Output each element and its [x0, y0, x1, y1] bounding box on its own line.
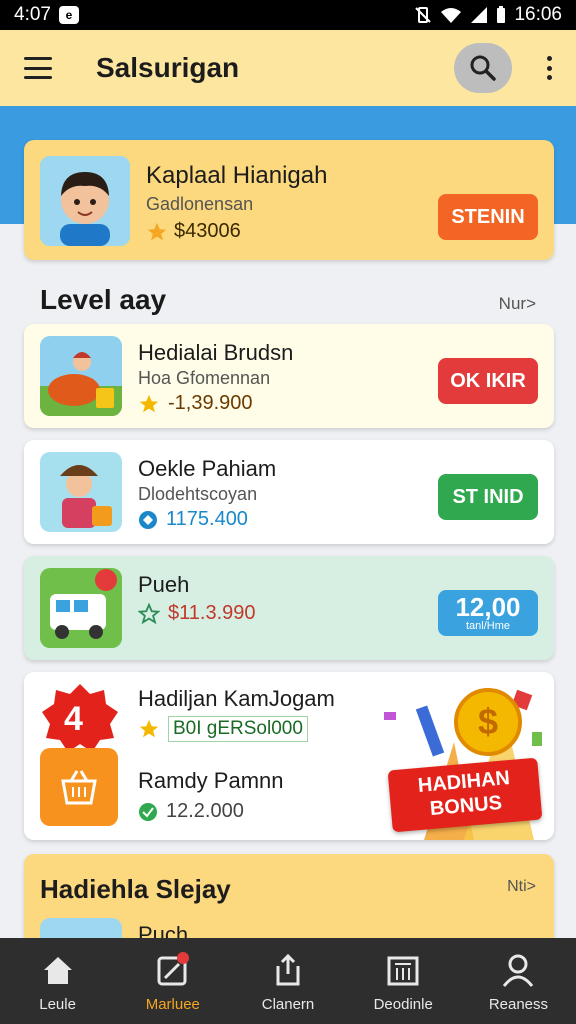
item-name: Hedialai Brudsn [138, 340, 294, 365]
item-subtitle: Hoa Gfomennan [138, 368, 271, 388]
nav-label: Reaness [488, 996, 549, 1013]
share-icon [276, 953, 300, 986]
app-bar: Salsurigan [0, 30, 576, 106]
svg-text:$: $ [478, 701, 498, 742]
profile-subtitle: Gadlonensan [146, 194, 254, 214]
tag-icon [157, 952, 189, 986]
bonus-title: Hadiljan KamJogam [138, 686, 335, 711]
nav-label: Leule [39, 996, 76, 1013]
wifi-icon [441, 8, 462, 23]
list-item[interactable]: Hedialai Brudsn Hoa Gfomennan -1,39.900 … [24, 324, 554, 428]
list-item[interactable]: Pueh $11.3.990 12,00 tanl/Hme [24, 556, 554, 660]
bonus-badge-number: 4 [64, 700, 83, 738]
nav-label: Marluee [145, 996, 200, 1013]
nav-label: Clanern [261, 996, 315, 1013]
notification-badge-icon: e [58, 6, 79, 24]
menu-icon[interactable] [24, 57, 52, 79]
document-icon [387, 956, 419, 986]
section-title-level: Level aay [40, 284, 167, 315]
section-title-bottom: Hadiehla Slejay [40, 874, 231, 904]
item-value: $11.3.990 [168, 602, 256, 624]
avatar [40, 156, 130, 246]
basket-icon [40, 748, 118, 826]
status-bar: 4:07 e 16:06 [0, 0, 576, 30]
nav-item-profile[interactable]: Reaness [461, 938, 576, 1024]
bonus-card[interactable]: 4 Hadiljan KamJogam B0I gERSol000 Ramdy … [24, 672, 554, 840]
item-thumbnail [40, 336, 122, 416]
nav-item-documents[interactable]: Deodinle [346, 938, 461, 1024]
bonus-label: HADIHAN BONUS [387, 757, 543, 833]
search-icon [470, 55, 496, 81]
vibrate-icon [415, 7, 432, 23]
nav-item-home[interactable]: Leule [0, 938, 115, 1024]
profile-icon [503, 954, 534, 987]
more-options-icon[interactable] [546, 56, 552, 80]
item-name: Oekle Pahiam [138, 456, 277, 481]
section-more-level[interactable]: Nur> [499, 294, 536, 314]
bonus-code: B0I gERSol000 [168, 716, 308, 742]
app-title: Salsurigan [96, 52, 240, 83]
status-time-right: 16:06 [514, 4, 562, 25]
item-name: Pueh [138, 572, 190, 597]
battery-icon [497, 6, 506, 23]
star-icon [138, 602, 160, 624]
item-button-sub: tanl/Hme [465, 620, 511, 632]
item-value: -1,39.900 [168, 392, 253, 414]
star-icon [139, 719, 159, 738]
bonus-badge: 4 [40, 682, 120, 758]
item-button-value: 12,00 [455, 592, 521, 622]
item-value: 1175.400 [166, 508, 248, 530]
profile-card[interactable]: Kaplaal Hianigah Gadlonensan $43006 STEN… [24, 140, 554, 260]
search-button[interactable] [454, 43, 512, 93]
nav-item-tags[interactable]: Marluee [115, 938, 230, 1024]
home-icon [43, 957, 72, 984]
globe-icon [139, 510, 157, 529]
nav-item-share[interactable]: Clanern [230, 938, 345, 1024]
profile-action-button[interactable]: STENIN [438, 194, 538, 240]
signal-icon [471, 7, 488, 23]
star-icon [147, 222, 167, 240]
bonus-item-value: 12.2.000 [166, 800, 244, 822]
item-action-button[interactable]: OK IKIR [438, 358, 538, 404]
profile-value: $43006 [174, 220, 241, 242]
item-subtitle: Dlodehtscoyan [138, 484, 258, 504]
item-thumbnail [40, 568, 122, 648]
item-action-button[interactable]: 12,00 tanl/Hme [438, 590, 538, 636]
item-action-button[interactable]: ST INID [438, 474, 538, 520]
section-more-bottom[interactable]: Nti> [507, 878, 536, 896]
bonus-item-name: Ramdy Pamnn [138, 768, 284, 793]
check-coin-icon [139, 802, 157, 821]
bottom-nav: Leule Marluee Clanern Deodinle Reaness [0, 938, 576, 1024]
coin-star-icon [139, 394, 159, 412]
profile-name: Kaplaal Hianigah [146, 162, 328, 189]
nav-label: Deodinle [373, 996, 433, 1013]
item-thumbnail [40, 452, 122, 532]
status-time-left: 4:07 [14, 4, 51, 25]
list-item[interactable]: Oekle Pahiam Dlodehtscoyan 1175.400 ST I… [24, 440, 554, 544]
